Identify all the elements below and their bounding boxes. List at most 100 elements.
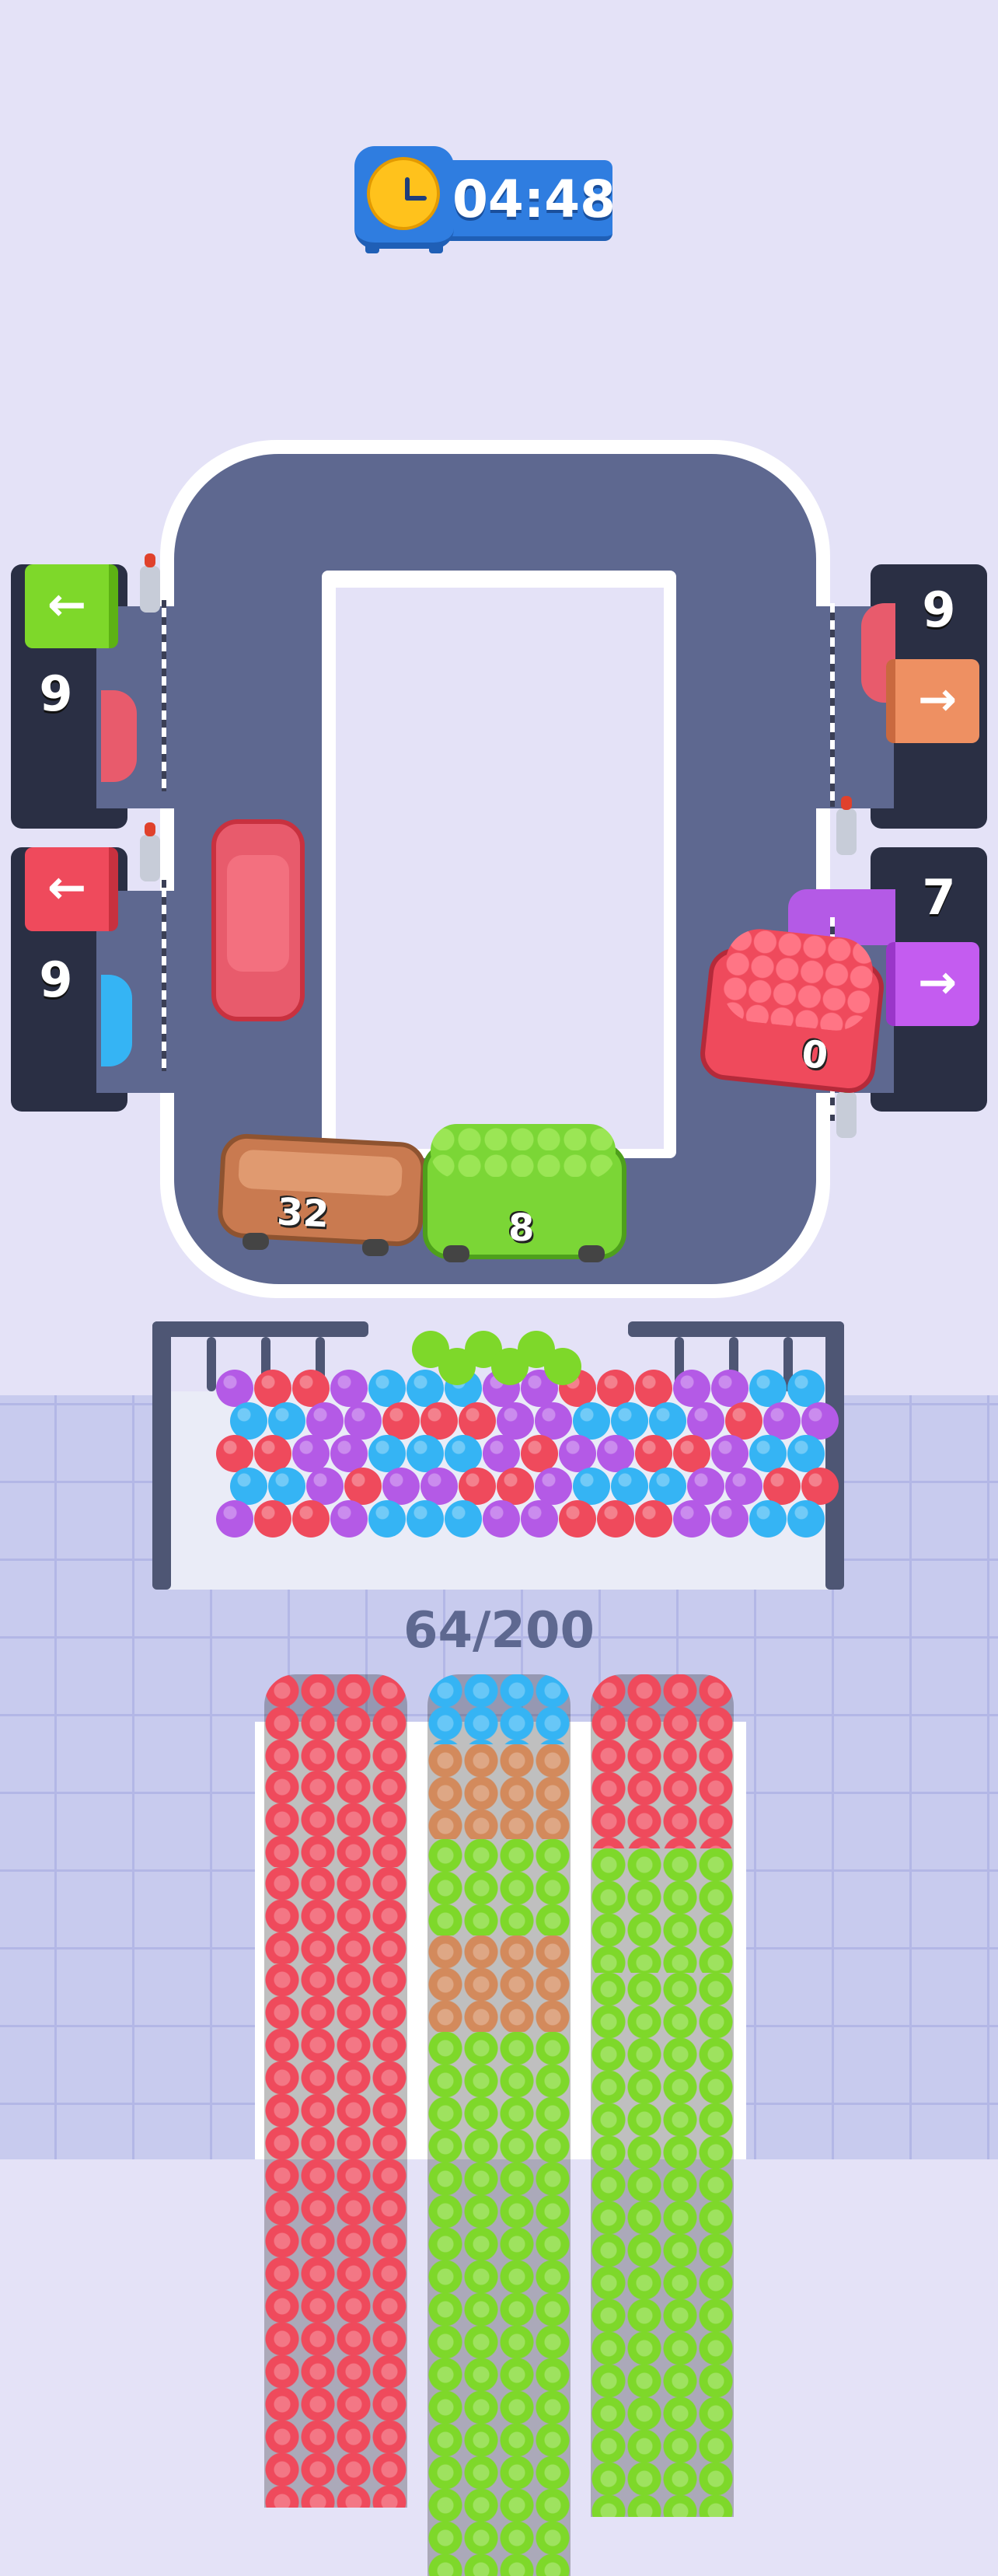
passenger-red — [763, 1468, 801, 1505]
bus-count: 32 — [275, 1190, 330, 1237]
passenger-blue — [787, 1500, 825, 1538]
bus-parked — [101, 690, 137, 782]
passenger-red — [254, 1435, 291, 1472]
exit-flag-red[interactable]: ← — [25, 847, 118, 931]
queue-band-green — [591, 1973, 734, 2517]
passenger-blue — [268, 1468, 305, 1505]
passenger-red — [521, 1435, 558, 1472]
passenger-red — [292, 1500, 330, 1538]
bus-count: 0 — [799, 1031, 830, 1078]
passenger-red — [801, 1468, 839, 1505]
passenger-blue — [368, 1370, 406, 1407]
passenger-red — [254, 1500, 291, 1538]
dock-count: 7 — [922, 869, 956, 926]
passenger-purple — [497, 1402, 534, 1440]
passenger-purple — [292, 1435, 330, 1472]
passenger-blue — [407, 1370, 444, 1407]
bus-red-empty[interactable] — [211, 819, 305, 1021]
passenger-purple — [725, 1468, 762, 1505]
queue-band-red — [264, 1674, 407, 1771]
passenger-blue — [230, 1402, 267, 1440]
passenger-purple — [330, 1370, 368, 1407]
passenger-purple — [559, 1435, 596, 1472]
queue-column-1[interactable] — [264, 1674, 407, 2508]
passenger-purple — [687, 1402, 724, 1440]
passenger-red — [597, 1370, 634, 1407]
barrier-post — [140, 822, 160, 881]
passenger-blue — [230, 1468, 267, 1505]
passenger-blue — [749, 1370, 787, 1407]
passenger-purple — [216, 1370, 253, 1407]
passenger-purple — [382, 1468, 420, 1505]
bus-red-full[interactable]: 0 — [697, 925, 887, 1096]
timer-value: 04:48 — [452, 169, 616, 229]
queue-band-red — [264, 1963, 407, 2508]
passenger-blue — [268, 1402, 305, 1440]
passenger-red — [382, 1402, 420, 1440]
passenger-red — [725, 1402, 762, 1440]
queue-column-3[interactable] — [591, 1674, 734, 2517]
exit-flag-purple[interactable]: → — [886, 942, 979, 1026]
passenger-red — [559, 1500, 596, 1538]
passenger-blue — [787, 1435, 825, 1472]
queue-band-red — [264, 1771, 407, 1867]
passenger-red — [635, 1370, 672, 1407]
passenger-purple — [216, 1500, 253, 1538]
barrier-post — [836, 796, 857, 855]
passenger-red — [459, 1402, 496, 1440]
queue-band-orange — [427, 1935, 571, 2032]
passenger-purple — [801, 1402, 839, 1440]
queue-column-2[interactable] — [427, 1674, 571, 2576]
passenger-red — [497, 1468, 534, 1505]
passenger-purple — [330, 1500, 368, 1538]
passenger-blue — [787, 1370, 825, 1407]
passenger-purple — [711, 1500, 748, 1538]
bus-green[interactable]: 8 — [423, 1124, 626, 1259]
passenger-purple — [535, 1468, 572, 1505]
passenger-blue — [407, 1500, 444, 1538]
bus-orange[interactable]: 32 — [216, 1133, 427, 1248]
passenger-purple — [483, 1435, 520, 1472]
dock-count: 9 — [39, 951, 73, 1008]
passenger-purple — [306, 1402, 344, 1440]
queue-band-red — [591, 1674, 734, 1848]
passenger-blue — [407, 1435, 444, 1472]
passenger-red — [459, 1468, 496, 1505]
exit-flag-green[interactable]: ← — [25, 564, 118, 648]
passenger-red — [254, 1370, 291, 1407]
barrier — [162, 871, 166, 1071]
passenger-red — [597, 1500, 634, 1538]
passenger-red — [216, 1435, 253, 1472]
passenger-purple — [483, 1500, 520, 1538]
passenger-purple — [711, 1435, 748, 1472]
passenger-purple — [597, 1435, 634, 1472]
barrier-post — [836, 1079, 857, 1138]
passenger-red — [635, 1435, 672, 1472]
passenger-blue — [749, 1500, 787, 1538]
passenger-green — [544, 1348, 581, 1385]
passenger-purple — [344, 1402, 382, 1440]
passenger-purple — [763, 1402, 801, 1440]
passenger-purple — [535, 1402, 572, 1440]
barrier-post — [140, 553, 160, 613]
passenger-blue — [445, 1500, 482, 1538]
passenger-red — [292, 1370, 330, 1407]
passenger-blue — [368, 1435, 406, 1472]
barrier — [162, 591, 166, 791]
alarm-clock-icon — [354, 146, 454, 253]
bus-parked — [101, 975, 132, 1066]
passenger-blue — [749, 1435, 787, 1472]
queue-band-blue — [427, 1674, 571, 1744]
passenger-red — [344, 1468, 382, 1505]
passenger-blue — [649, 1468, 686, 1505]
passenger-purple — [687, 1468, 724, 1505]
passenger-red — [420, 1402, 458, 1440]
passenger-blue — [573, 1402, 610, 1440]
passenger-counter: 64/200 — [403, 1602, 595, 1660]
passenger-blue — [611, 1402, 648, 1440]
passenger-blue — [573, 1468, 610, 1505]
exit-flag-orange[interactable]: → — [886, 659, 979, 743]
passenger-red — [673, 1435, 710, 1472]
road-island-inner — [336, 588, 664, 1149]
dock-count: 9 — [39, 665, 73, 722]
